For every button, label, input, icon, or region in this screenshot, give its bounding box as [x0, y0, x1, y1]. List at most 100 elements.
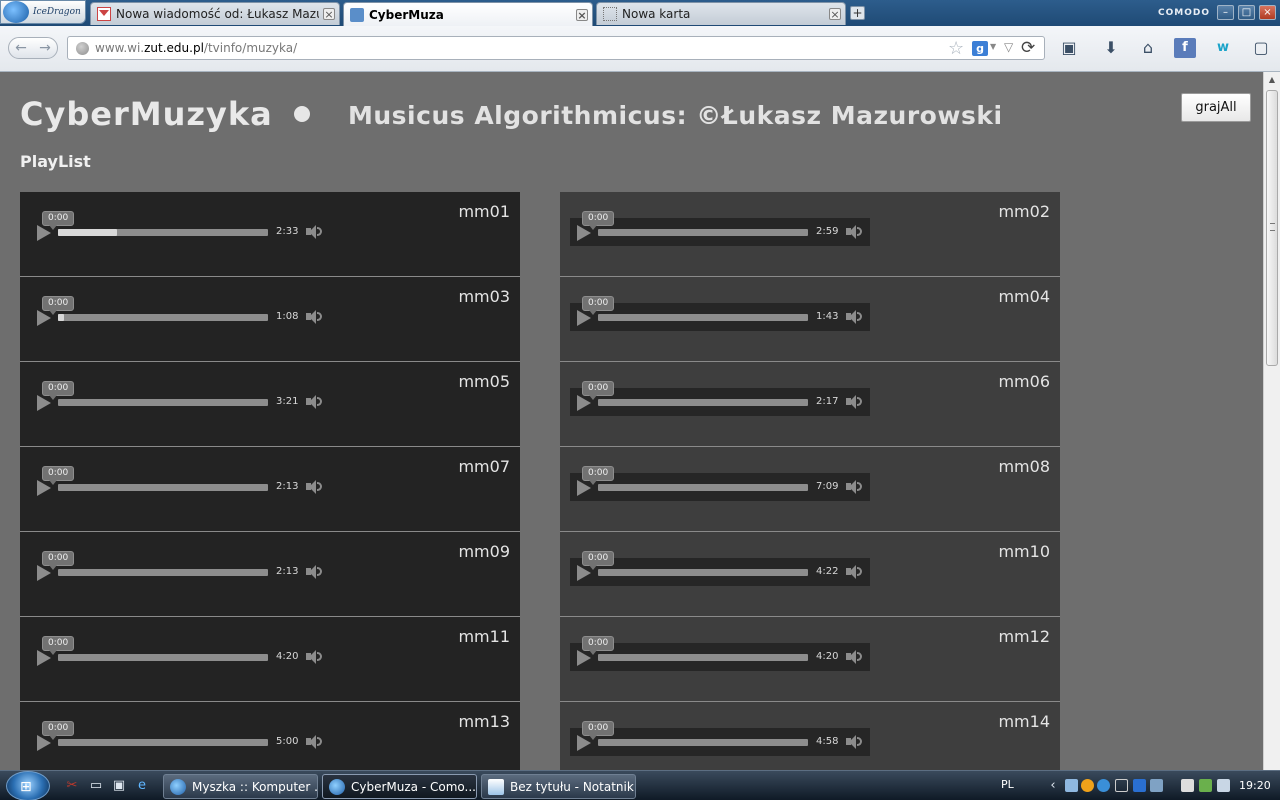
- switch-windows-icon[interactable]: ▣: [111, 778, 127, 794]
- volume-icon[interactable]: [846, 479, 864, 495]
- bookmarks-menu-icon[interactable]: ▣: [1058, 38, 1080, 58]
- track-row: 0:00 1:08 mm03: [20, 277, 520, 362]
- volume-icon[interactable]: [846, 224, 864, 240]
- current-time-bubble: 0:00: [582, 211, 615, 230]
- play-all-button[interactable]: grajAll: [1181, 93, 1251, 122]
- browser-logo-text: IceDragon: [33, 7, 81, 17]
- volume-icon[interactable]: [846, 394, 864, 410]
- icedragon-icon: [329, 778, 345, 795]
- screenshot-icon[interactable]: ▢: [1250, 38, 1272, 58]
- new-tab-button[interactable]: +: [850, 6, 865, 20]
- blank-page-icon: [603, 7, 617, 21]
- maximize-button[interactable]: □: [1238, 5, 1255, 20]
- scroll-grip-icon: [1270, 223, 1275, 231]
- seek-bar[interactable]: [58, 314, 268, 321]
- volume-icon[interactable]: [1217, 779, 1230, 792]
- tray-expand-icon[interactable]: ‹: [1045, 778, 1061, 794]
- language-indicator[interactable]: PL: [1001, 778, 1014, 791]
- facebook-icon[interactable]: f: [1174, 38, 1196, 58]
- internet-explorer-icon[interactable]: e: [134, 778, 150, 794]
- track-duration: 5:00: [276, 736, 299, 747]
- seek-bar[interactable]: [598, 229, 808, 236]
- seek-bar[interactable]: [598, 399, 808, 406]
- seek-bar[interactable]: [58, 569, 268, 576]
- volume-icon[interactable]: [846, 564, 864, 580]
- track-name: mm07: [458, 457, 510, 476]
- address-bar[interactable]: www.wi.zut.edu.pl/tvinfo/muzyka/ ☆ g ▼ ▽…: [67, 36, 1045, 60]
- current-time-bubble: 0:00: [582, 721, 615, 740]
- tray-bluetooth-icon[interactable]: [1133, 779, 1146, 792]
- quicklaunch-app-icon[interactable]: ✂: [64, 778, 80, 794]
- scrollbar-thumb[interactable]: [1266, 90, 1278, 366]
- tab-close-icon[interactable]: ×: [576, 8, 588, 21]
- seek-bar[interactable]: [598, 314, 808, 321]
- seek-bar[interactable]: [58, 484, 268, 491]
- tab-new[interactable]: Nowa karta ×: [596, 2, 846, 25]
- volume-icon[interactable]: [306, 309, 324, 325]
- tray-app-icon[interactable]: [1065, 779, 1078, 792]
- volume-icon[interactable]: [306, 394, 324, 410]
- track-name: mm06: [998, 372, 1050, 391]
- network-icon[interactable]: [1199, 779, 1212, 792]
- vertical-scrollbar[interactable]: ▲: [1263, 72, 1280, 770]
- forward-arrow-icon[interactable]: →: [33, 38, 57, 58]
- track-row: 0:00 2:13 mm09: [20, 532, 520, 617]
- current-time-bubble: 0:00: [582, 551, 615, 570]
- seek-bar[interactable]: [598, 654, 808, 661]
- download-icon[interactable]: ⬇: [1100, 38, 1122, 58]
- close-window-button[interactable]: ×: [1259, 5, 1276, 20]
- taskbar-button-myszka[interactable]: Myszka :: Komputer ...: [163, 774, 318, 799]
- back-arrow-icon[interactable]: ←: [9, 38, 33, 58]
- current-time-bubble: 0:00: [582, 636, 615, 655]
- seek-bar[interactable]: [58, 654, 268, 661]
- web-inspector-icon[interactable]: w: [1212, 38, 1234, 58]
- track-duration: 2:13: [276, 481, 299, 492]
- minimize-button[interactable]: –: [1217, 5, 1234, 20]
- start-button[interactable]: ⊞: [6, 771, 50, 800]
- tab-close-icon[interactable]: ×: [323, 8, 335, 20]
- volume-icon[interactable]: [846, 734, 864, 750]
- tray-safely-remove-icon[interactable]: [1181, 779, 1194, 792]
- keyboard-icon[interactable]: [1027, 779, 1040, 792]
- tab-mail[interactable]: Nowa wiadomość od: Łukasz Mazurow... ×: [90, 2, 340, 25]
- tray-device-icon[interactable]: [1115, 779, 1128, 792]
- volume-icon[interactable]: [846, 309, 864, 325]
- search-engine-icon[interactable]: g: [972, 41, 988, 56]
- volume-icon[interactable]: [306, 224, 324, 240]
- seek-bar[interactable]: [598, 739, 808, 746]
- url-history-dropdown-icon[interactable]: ▽: [1004, 40, 1013, 54]
- taskbar-button-cybermuza[interactable]: CyberMuza - Como...: [322, 774, 477, 799]
- audio-player: 0:00 5:00: [30, 721, 330, 756]
- track-name: mm12: [998, 627, 1050, 646]
- url-text[interactable]: www.wi.zut.edu.pl/tvinfo/muzyka/: [95, 41, 297, 55]
- seek-bar[interactable]: [58, 739, 268, 746]
- tab-close-icon[interactable]: ×: [829, 8, 841, 20]
- volume-icon[interactable]: [306, 649, 324, 665]
- seek-bar[interactable]: [598, 484, 808, 491]
- site-identity-icon[interactable]: [76, 42, 89, 55]
- seek-bar[interactable]: [58, 399, 268, 406]
- browser-menu-button[interactable]: IceDragon: [0, 0, 86, 24]
- taskbar-button-notepad[interactable]: Bez tytułu - Notatnik: [481, 774, 636, 799]
- volume-icon[interactable]: [306, 564, 324, 580]
- tray-security-icon[interactable]: [1097, 779, 1110, 792]
- volume-icon[interactable]: [306, 734, 324, 750]
- home-icon[interactable]: ⌂: [1137, 38, 1159, 58]
- bookmark-star-icon[interactable]: ☆: [948, 38, 964, 59]
- system-clock[interactable]: 19:20: [1239, 779, 1271, 792]
- seek-bar[interactable]: [598, 569, 808, 576]
- volume-icon[interactable]: [846, 649, 864, 665]
- audio-player: 0:00 2:33: [30, 211, 330, 246]
- tab-cybermuza[interactable]: CyberMuza ×: [343, 2, 593, 26]
- volume-icon[interactable]: [306, 479, 324, 495]
- search-engine-dropdown-icon[interactable]: ▼: [990, 42, 996, 51]
- reload-icon[interactable]: ⟳: [1021, 38, 1035, 58]
- tray-storage-icon[interactable]: [1150, 779, 1163, 792]
- show-desktop-icon[interactable]: ▭: [88, 778, 104, 794]
- title-separator-dot: [294, 106, 310, 122]
- track-duration: 2:17: [816, 396, 839, 407]
- page-subtitle: Musicus Algorithmicus: ©Łukasz Mazurowsk…: [348, 101, 1003, 130]
- seek-bar[interactable]: [58, 229, 268, 236]
- scroll-up-arrow-icon[interactable]: ▲: [1264, 72, 1280, 88]
- tray-update-icon[interactable]: [1081, 779, 1094, 792]
